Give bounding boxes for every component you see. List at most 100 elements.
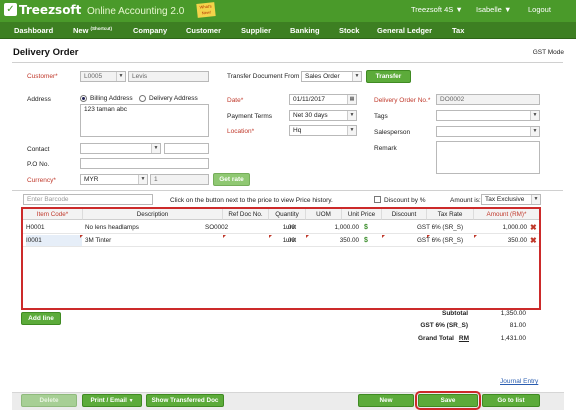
customer-code-select[interactable]: L0005 ▼ — [80, 71, 126, 82]
nav-new[interactable]: New (Shortcut) — [73, 26, 112, 35]
amount-is-select[interactable]: Tax Exclusive ▼ — [481, 194, 541, 205]
address-textarea[interactable]: 123 taman abc — [80, 104, 209, 137]
nav-tax[interactable]: Tax — [452, 26, 464, 35]
journal-entry-link[interactable]: Journal Entry — [500, 378, 538, 385]
po-label: P.O No. — [27, 161, 50, 168]
exchange-rate-field[interactable]: 1 — [150, 174, 209, 185]
discount-by-percent-label: Discount by % — [384, 197, 426, 204]
edited-marker — [382, 235, 385, 238]
po-field[interactable] — [80, 158, 209, 169]
delete-button[interactable]: Delete — [21, 394, 77, 407]
calendar-icon[interactable]: ▦ — [347, 95, 356, 104]
cell-unit-price[interactable]: 350.00 — [319, 235, 359, 246]
payment-terms-label: Payment Terms — [227, 113, 273, 120]
cell-amount[interactable]: 1,000.00 — [473, 222, 527, 233]
logout-link[interactable]: Logout — [528, 5, 551, 14]
company-name: Treezsoft 4S — [411, 5, 454, 14]
edited-marker — [269, 235, 272, 238]
barcode-input[interactable]: Enter Barcode — [23, 194, 153, 205]
tagline: Online Accounting 2.0 — [87, 6, 185, 17]
salesperson-label: Salesperson — [374, 129, 411, 136]
customer-name-field[interactable]: Levis — [128, 71, 209, 82]
new-button[interactable]: New — [358, 394, 414, 407]
line-items-table: Item Code* Description Ref Doc No. Quant… — [21, 207, 541, 310]
user-name: Isabelle — [476, 5, 502, 14]
user-menu[interactable]: Isabelle ▼ — [476, 5, 511, 14]
address-label: Address — [27, 96, 51, 103]
print-email-button[interactable]: Print / Email ▼ — [82, 394, 142, 407]
nav-general-ledger[interactable]: General Ledger — [377, 26, 432, 35]
logo-mark-icon: ✓ — [4, 3, 17, 16]
go-to-list-button[interactable]: Go to list — [482, 394, 540, 407]
grand-total-value: 1,431.00 — [500, 335, 526, 342]
nav-customer[interactable]: Customer — [186, 26, 221, 35]
edited-marker — [223, 235, 226, 238]
print-email-label: Print / Email — [90, 397, 127, 404]
nav-supplier[interactable]: Supplier — [241, 26, 271, 35]
currency-select[interactable]: MYR ▼ — [80, 174, 148, 185]
cell-description[interactable]: 3M Tinter — [85, 235, 221, 246]
delete-row-icon[interactable]: ✖ — [530, 235, 537, 246]
transfer-button[interactable]: Transfer — [366, 70, 411, 83]
billing-address-radio[interactable] — [80, 95, 87, 102]
tags-label: Tags — [374, 113, 388, 120]
contact-select[interactable]: ▼ — [80, 143, 161, 154]
nav-new-sup: (Shortcut) — [90, 26, 113, 31]
cell-unit-price[interactable]: 1,000.00 — [319, 222, 359, 233]
divider — [12, 190, 563, 191]
discount-by-percent-checkbox[interactable] — [374, 196, 381, 203]
show-transferred-doc-button[interactable]: Show Transferred Doc — [146, 394, 224, 407]
col-item-code: Item Code* — [23, 209, 83, 220]
caret-down-icon: ▼ — [128, 398, 134, 404]
nav-stock[interactable]: Stock — [339, 26, 359, 35]
company-menu[interactable]: Treezsoft 4S ▼ — [411, 5, 463, 14]
col-discount: Discount — [382, 209, 427, 220]
nav-banking[interactable]: Banking — [290, 26, 320, 35]
whats-new-sticky[interactable]: What's New! — [196, 2, 216, 18]
nav-dashboard[interactable]: Dashboard — [14, 26, 53, 35]
date-label: Date* — [227, 97, 244, 104]
salesperson-select[interactable]: ▼ — [436, 126, 540, 137]
cell-item-code[interactable]: I0001 — [26, 235, 82, 246]
price-history-icon[interactable]: $ — [364, 222, 368, 233]
cell-tax-rate[interactable]: GST 6% (SR_S) — [417, 222, 473, 233]
subtotal-label: Subtotal — [442, 310, 468, 317]
chevron-down-icon: ▼ — [530, 111, 539, 120]
payment-terms-select[interactable]: Net 30 days ▼ — [289, 110, 357, 121]
delivery-address-radio[interactable] — [139, 95, 146, 102]
save-button[interactable]: Save — [415, 391, 481, 410]
col-description: Description — [83, 209, 223, 220]
amount-is-value: Tax Exclusive — [485, 196, 525, 203]
chevron-down-icon: ▼ — [347, 126, 356, 135]
cell-amount[interactable]: 350.00 — [473, 235, 527, 246]
cell-item-code[interactable]: H0001 — [26, 222, 82, 233]
nav-company[interactable]: Company — [133, 26, 167, 35]
contact-extra-field[interactable] — [164, 143, 209, 154]
delete-row-icon[interactable]: ✖ — [530, 222, 537, 233]
price-history-icon[interactable]: $ — [364, 235, 368, 246]
do-no-field[interactable]: DO0002 — [436, 94, 540, 105]
transfer-doc-value: Sales Order — [305, 73, 340, 80]
logo[interactable]: ✓ Treezsoft — [4, 3, 81, 17]
tags-select[interactable]: ▼ — [436, 110, 540, 121]
location-select[interactable]: Hq ▼ — [289, 125, 357, 136]
col-uom: UOM — [306, 209, 342, 220]
col-unit-price: Unit Price — [342, 209, 382, 220]
add-line-button[interactable]: Add line — [21, 312, 61, 325]
cell-uom[interactable]: unit — [286, 235, 316, 246]
currency-code: RM — [458, 335, 469, 342]
nav-new-label: New — [73, 26, 89, 35]
chevron-down-icon: ▼ — [352, 72, 361, 81]
transfer-doc-select[interactable]: Sales Order ▼ — [301, 71, 362, 82]
cell-tax-rate[interactable]: GST 6% (SR_S) — [417, 235, 473, 246]
chevron-down-icon: ▼ — [531, 195, 540, 204]
get-rate-button[interactable]: Get rate — [213, 173, 250, 186]
do-no-label: Delivery Order No.* — [374, 97, 431, 104]
currency-value: MYR — [84, 176, 99, 183]
cell-uom[interactable]: unit — [286, 222, 316, 233]
chevron-down-icon: ▼ — [347, 111, 356, 120]
cell-description[interactable]: No lens headlamps — [85, 222, 221, 233]
remark-textarea[interactable] — [436, 141, 540, 174]
row-divider — [23, 246, 539, 247]
date-field[interactable]: 01/11/2017 ▦ — [289, 94, 357, 105]
